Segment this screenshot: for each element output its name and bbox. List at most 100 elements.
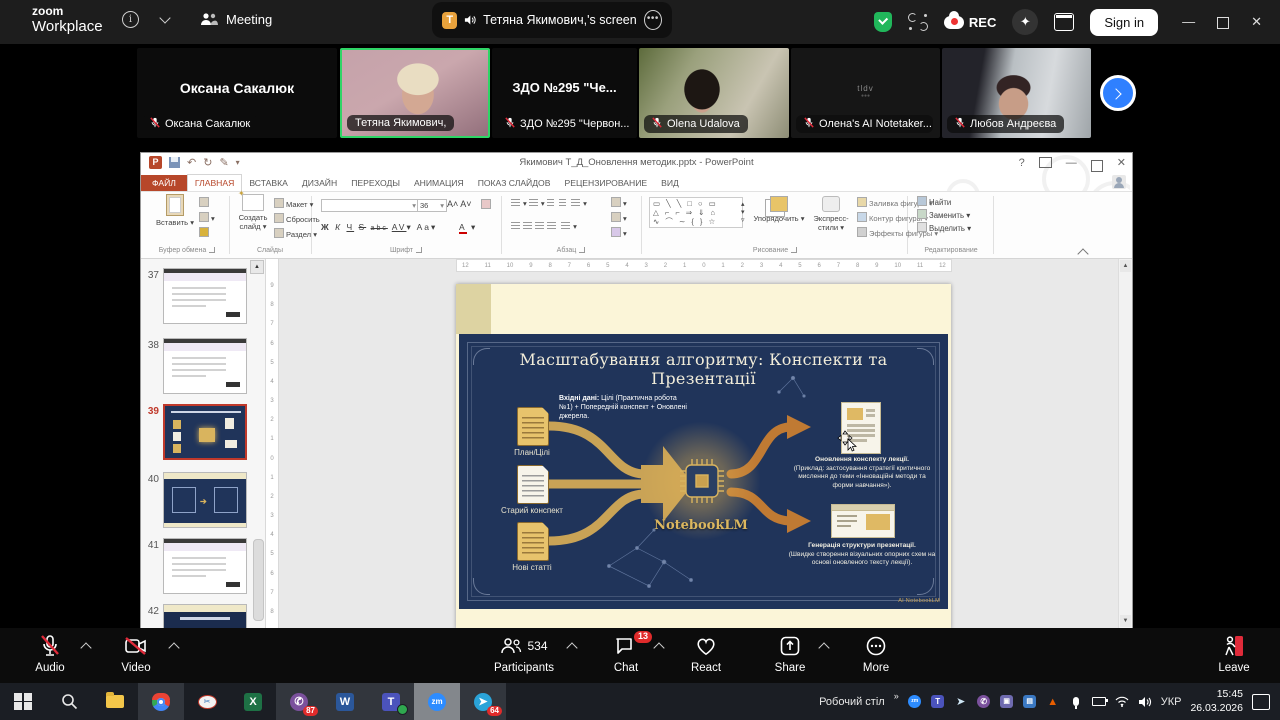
taskbar-clock[interactable]: 15:45 26.03.2026 [1190,688,1243,714]
snipping-tool-button[interactable]: ✂ [184,683,230,720]
tab-slideshow[interactable]: ПОКАЗ СЛАЙДОВ [471,175,558,191]
select-button[interactable]: Выделить ▾ [917,222,971,235]
section-button[interactable]: Раздел ▾ [274,228,317,239]
capture-icon[interactable] [908,13,928,31]
thumbnails-scroll-up[interactable]: ▲ [250,260,264,274]
account-avatar[interactable] [1112,175,1126,189]
thumbnail-slide-38[interactable]: 38 [141,338,266,394]
copy-button[interactable]: ▾ [199,212,215,223]
minimize-button[interactable]: — [1182,14,1195,30]
participant-tile-ai-notetaker[interactable]: tldv●●● Олена's AI Notetaker... [791,48,940,138]
participants-button[interactable]: 534 Participants [488,634,560,674]
chat-button[interactable]: Chat 13 [604,634,648,674]
font-name-combo[interactable]: ▾ [321,199,419,212]
word-button[interactable]: W [322,683,368,720]
language-indicator[interactable]: УКР [1161,696,1182,708]
tray-teams-icon[interactable]: T [931,695,945,709]
bullets-numbering-buttons[interactable]: ▾ ▾ ▾ [511,199,587,208]
tab-shared-screen[interactable]: T Тетяна Якимович,'s screen ••• [432,2,672,38]
tab-design[interactable]: ДИЗАЙН [295,175,344,191]
tab-transitions[interactable]: ПЕРЕХОДЫ [344,175,407,191]
video-button[interactable]: Video [114,634,158,674]
viber-button[interactable]: ✆ 87 [276,683,322,720]
align-text-button[interactable]: ▾ [611,212,627,223]
tray-zoom-icon[interactable]: zm [908,695,922,709]
info-icon[interactable]: i [122,11,139,28]
layout-button[interactable]: Макет ▾ [274,198,313,209]
find-button[interactable]: Найти [917,196,971,209]
participant-tile-olena[interactable]: Olena Udalova [639,48,789,138]
alignment-buttons[interactable]: ▾ [511,222,577,231]
ribbon-display-options-icon[interactable] [1039,157,1052,168]
thumbnail-slide-39-selected[interactable]: 39 [141,404,266,460]
participant-tile-zdo295[interactable]: ЗДО №295 "Че... ЗДО №295 "Червон... [492,48,637,138]
action-center-icon[interactable] [1252,694,1270,710]
quick-styles-button[interactable]: Экспресс-стили ▾ [809,194,853,232]
share-button[interactable]: Share [768,634,812,674]
slide-thumbnail-panel[interactable]: 37 38 39 40 ➔ 41 [141,259,266,628]
ppt-close-button[interactable]: ✕ [1117,156,1126,169]
restore-button[interactable] [1217,17,1229,29]
chat-options-chevron[interactable] [653,642,664,653]
participant-tile-oksana[interactable]: Оксана Сакалюк Оксана Сакалюк [137,48,337,138]
ppt-restore-button[interactable] [1091,160,1103,172]
participants-options-chevron[interactable] [566,642,577,653]
tray-speaker-icon[interactable] [1138,695,1152,709]
video-options-chevron[interactable] [168,642,179,653]
tray-display-app-icon[interactable]: ▤ [1023,695,1037,709]
tab-insert[interactable]: ВСТАВКА [242,175,295,191]
sign-in-button[interactable]: Sign in [1090,9,1158,36]
audio-options-chevron[interactable] [80,642,91,653]
font-size-combo[interactable]: 36▾ [417,199,447,212]
slide-39-editing[interactable]: Масштабування алгоритму: Конспекти та Пр… [456,284,951,629]
tab-file[interactable]: ФАЙЛ [141,175,187,191]
shapes-gallery[interactable]: ▭ ╲ ╲ □ ○ ▭ △ ⌐ ⌐ ⇒ ⇓ ⌂ ∿ ⌒ ∼ { } ☆ [649,197,743,228]
help-button[interactable]: ? [1019,157,1025,169]
chrome-button[interactable] [138,683,184,720]
tab-view[interactable]: ВИД [654,175,686,191]
clear-formatting-button[interactable] [481,199,493,210]
teams-button[interactable]: T [368,683,414,720]
close-button[interactable]: ✕ [1251,14,1262,30]
cut-button[interactable] [199,197,211,208]
thumbnails-scrollbar[interactable] [253,539,264,621]
tray-viber-icon[interactable]: ✆ [977,695,991,709]
more-button[interactable]: More [854,634,898,674]
tray-battery-icon[interactable] [1092,695,1106,709]
telegram-button[interactable]: ➤ 64 [460,683,506,720]
thumbnail-slide-40[interactable]: 40 ➔ [141,472,266,528]
zoom-app-button[interactable]: zm [414,683,460,720]
paste-button[interactable]: Вставить ▾ [153,194,197,227]
new-slide-button[interactable]: Создать слайд ▾ [235,194,271,231]
tray-mic-icon[interactable] [1069,695,1083,709]
participant-tile-liubov[interactable]: Любов Андреєва [942,48,1091,138]
dialog-launcher-icon[interactable] [579,247,585,253]
text-direction-button[interactable]: ▾ [611,197,627,208]
tab-review[interactable]: РЕЦЕНЗИРОВАНИЕ [557,175,654,191]
thumbnail-slide-42[interactable]: 42 [141,604,266,628]
tray-overflow-chevron[interactable]: » [894,691,899,701]
security-shield-icon[interactable] [874,12,892,32]
grow-font-button[interactable]: A˄ A˅ [447,199,472,209]
thumbnail-slide-37[interactable]: 37 [141,268,266,324]
apps-icon[interactable] [1054,13,1074,31]
excel-button[interactable]: X [230,683,276,720]
shapes-scroll[interactable]: ▴▾▿ [741,200,745,224]
more-options-icon[interactable]: ••• [644,10,662,30]
collapse-ribbon-icon[interactable] [1077,248,1088,259]
chevron-down-icon[interactable] [159,12,170,23]
audio-button[interactable]: Audio [28,634,72,674]
slide-infographic[interactable]: Масштабування алгоритму: Конспекти та Пр… [459,334,948,609]
dialog-launcher-icon[interactable] [209,247,215,253]
ppt-minimize-button[interactable]: — [1066,157,1077,169]
recording-indicator[interactable]: REC [944,15,996,30]
react-button[interactable]: React [684,634,728,674]
participant-tile-tetiana-active-speaker[interactable]: Тетяна Якимович, [340,48,490,138]
tab-meeting[interactable]: Meeting [200,6,272,32]
tray-vlc-icon[interactable]: ▲ [1046,695,1060,709]
dialog-launcher-icon[interactable] [791,247,797,253]
taskbar-search-button[interactable] [46,683,92,720]
format-painter-button[interactable] [199,227,211,238]
convert-smartart-button[interactable]: ▾ [611,227,627,238]
font-style-buttons[interactable]: Ж К Ч S abc AV▾ Aa▾ [321,222,437,233]
